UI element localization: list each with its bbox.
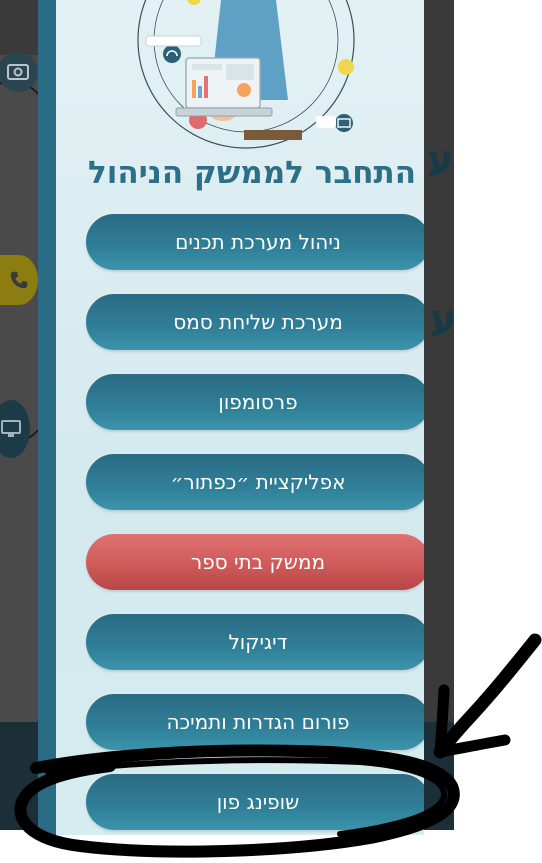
background-heading-2: ע <box>430 297 454 343</box>
laptop-icon <box>175 57 273 117</box>
support-illustration <box>137 0 355 149</box>
headset-icon <box>163 45 181 63</box>
digikol-button[interactable]: דיגיקול <box>86 614 424 670</box>
background-heading: ע <box>427 137 454 183</box>
schools-interface-button[interactable]: ממשק בתי ספר <box>86 534 424 590</box>
shopping-fon-button[interactable]: שופינג פון <box>86 774 424 830</box>
phone-icon <box>0 255 38 305</box>
sms-system-button[interactable]: מערכת שליחת סמס <box>86 294 424 350</box>
modal-title: התחבר לממשק הניהול <box>87 155 417 191</box>
kaftor-app-button[interactable]: אפליקציית ״כפתור״ <box>86 454 424 510</box>
login-modal: התחבר לממשק הניהול ניהול מערכת תכנים מער… <box>38 0 424 835</box>
settings-support-forum-button[interactable]: פורום הגדרות ותמיכה <box>86 694 424 750</box>
pirsumfon-button[interactable]: פרסומפון <box>86 374 424 430</box>
content-management-button[interactable]: ניהול מערכת תכנים <box>86 214 424 270</box>
